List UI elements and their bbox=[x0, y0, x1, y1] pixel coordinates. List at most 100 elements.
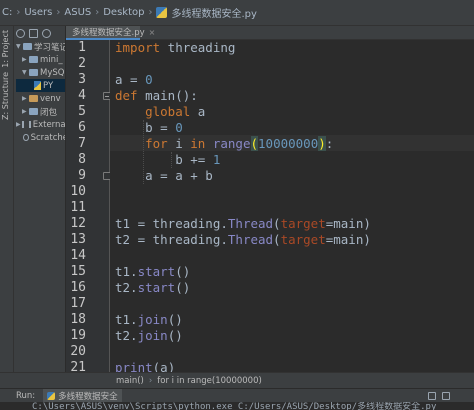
editor-tab-bar: 多线程数据安全.py × bbox=[66, 26, 474, 40]
code-line[interactable]: b += 1 bbox=[115, 152, 220, 168]
chevron-right-icon: › bbox=[95, 7, 100, 18]
code-token: ( bbox=[250, 136, 259, 151]
code-token: target bbox=[280, 216, 326, 231]
code-token: start bbox=[137, 280, 176, 295]
code-line[interactable]: t1.start() bbox=[115, 264, 190, 280]
code-token: main(): bbox=[137, 88, 198, 103]
project-panel: 1: Project Z: Structure ▼ 学习笔记 ▶ mini_ ▼ My… bbox=[0, 26, 66, 372]
code-line[interactable]: for i in range(10000000): bbox=[115, 136, 333, 152]
code-token: 1 bbox=[212, 152, 221, 167]
code-token: i bbox=[167, 136, 191, 151]
chevron-down-icon[interactable]: ▼ bbox=[22, 69, 29, 76]
chevron-right-icon[interactable]: ▶ bbox=[22, 56, 29, 63]
collapse-all-icon[interactable] bbox=[29, 28, 38, 38]
chevron-right-icon: › bbox=[16, 7, 21, 18]
code-line[interactable]: global a bbox=[115, 104, 205, 120]
tree-item[interactable]: ▶ External bbox=[16, 118, 65, 131]
line-number[interactable]: 20 bbox=[66, 344, 86, 360]
tab-editor-file[interactable]: 多线程数据安全.py × bbox=[66, 26, 155, 40]
nav-item-for-loop[interactable]: for i in range(10000000) bbox=[157, 376, 262, 386]
nav-item-main[interactable]: main() bbox=[116, 376, 144, 386]
tree-item[interactable]: ▼ 学习笔记 bbox=[16, 40, 65, 53]
line-number[interactable]: 1 bbox=[66, 40, 86, 56]
run-output[interactable]: C:\Users\ASUS\venv\Scripts\python.exe C:… bbox=[0, 402, 474, 410]
code-token: : bbox=[325, 136, 334, 151]
folder-icon bbox=[29, 95, 38, 102]
structure-tool-button[interactable]: Z: Structure bbox=[1, 72, 13, 120]
code-token: () bbox=[175, 280, 191, 295]
breadcrumb-desktop[interactable]: Desktop › bbox=[103, 7, 156, 18]
code-line[interactable]: b = 0 bbox=[115, 120, 183, 136]
chevron-right-icon[interactable]: ▶ bbox=[22, 95, 29, 102]
line-number[interactable]: 5 bbox=[66, 104, 86, 120]
code-line[interactable]: t2 = threading.Thread(target=main) bbox=[115, 232, 371, 248]
code-token: () bbox=[167, 312, 183, 327]
code-line[interactable]: print(a) bbox=[115, 360, 175, 372]
tree-item[interactable]: PY bbox=[16, 79, 65, 92]
line-number[interactable]: 13 bbox=[66, 232, 86, 248]
tree-item[interactable]: ▶ venv bbox=[16, 92, 65, 105]
code-token: Thread bbox=[227, 216, 274, 231]
chevron-right-icon: › bbox=[148, 7, 153, 18]
code-line[interactable]: def main(): bbox=[115, 88, 198, 104]
code-token: =main) bbox=[325, 232, 371, 247]
code-token: ) bbox=[318, 136, 326, 151]
tree-item[interactable]: ▶ 闭包 bbox=[16, 105, 65, 118]
line-number[interactable]: 19 bbox=[66, 328, 86, 344]
chevron-right-icon[interactable]: ▶ bbox=[22, 108, 29, 115]
line-number-gutter[interactable]: 1 2 3 4 5 6 7 8 9 10 11 12 13 14 15 16 17 18 19 20 21 bbox=[66, 40, 111, 375]
code-line[interactable]: t1.join() bbox=[115, 312, 183, 328]
code-token: =main) bbox=[325, 216, 371, 231]
target-icon[interactable] bbox=[16, 28, 25, 38]
run-label: Run: bbox=[16, 390, 36, 401]
code-token: b = bbox=[115, 120, 176, 135]
line-number[interactable]: 9 bbox=[66, 168, 86, 184]
code-line[interactable]: a = 0 bbox=[115, 72, 153, 88]
code-line[interactable]: a = a + b bbox=[115, 168, 213, 184]
code-token: () bbox=[175, 264, 191, 279]
breadcrumb-asus[interactable]: ASUS › bbox=[64, 7, 103, 18]
tool-window-strip: 1: Project Z: Structure bbox=[0, 26, 14, 372]
line-number[interactable]: 11 bbox=[66, 200, 86, 216]
code-line[interactable]: t1 = threading.Thread(target=main) bbox=[115, 216, 371, 232]
code-editor[interactable]: import threading a = 0 def main(): global … bbox=[110, 40, 474, 372]
line-number[interactable]: 17 bbox=[66, 296, 86, 312]
breadcrumb-users[interactable]: Users › bbox=[24, 7, 64, 18]
tree-item[interactable]: ▶ mini_ bbox=[16, 53, 65, 66]
code-line[interactable]: import threading bbox=[115, 40, 235, 56]
line-number[interactable]: 2 bbox=[66, 56, 86, 72]
chevron-down-icon[interactable]: ▼ bbox=[16, 43, 23, 50]
gear-icon[interactable] bbox=[428, 391, 436, 400]
folder-icon bbox=[29, 56, 38, 63]
breadcrumb-file[interactable]: 多线程数据安全.py bbox=[156, 5, 257, 20]
run-tab[interactable]: 多线程数据安全 bbox=[43, 388, 122, 403]
code-line[interactable]: t2.join() bbox=[115, 328, 183, 344]
run-window-actions bbox=[428, 391, 450, 400]
project-tool-button[interactable]: 1: Project bbox=[1, 30, 13, 68]
minimize-icon[interactable] bbox=[442, 391, 450, 400]
line-number[interactable]: 3 bbox=[66, 72, 86, 88]
editor-navigation-bar: main() › for i in range(10000000) bbox=[0, 372, 474, 388]
line-number[interactable]: 6 bbox=[66, 120, 86, 136]
line-number[interactable]: 7 bbox=[66, 136, 86, 152]
gear-icon[interactable] bbox=[42, 28, 51, 38]
line-number[interactable]: 12 bbox=[66, 216, 86, 232]
line-number[interactable]: 8 bbox=[66, 152, 86, 168]
line-number[interactable]: 4 bbox=[66, 88, 86, 104]
close-icon[interactable]: × bbox=[149, 28, 156, 37]
line-number[interactable]: 15 bbox=[66, 264, 86, 280]
line-number[interactable]: 14 bbox=[66, 248, 86, 264]
tree-item[interactable]: ▼ MySQ bbox=[16, 66, 65, 79]
line-number[interactable]: 18 bbox=[66, 312, 86, 328]
code-line[interactable]: t2.start() bbox=[115, 280, 190, 296]
code-token: 0 bbox=[145, 72, 153, 87]
tree-item[interactable]: Scratche bbox=[16, 131, 65, 144]
code-token: join bbox=[137, 328, 168, 343]
folder-icon bbox=[29, 69, 38, 76]
line-number[interactable]: 16 bbox=[66, 280, 86, 296]
breadcrumb-drive[interactable]: C: › bbox=[2, 7, 24, 18]
line-number[interactable]: 10 bbox=[66, 184, 86, 200]
code-token: t1. bbox=[115, 264, 138, 279]
